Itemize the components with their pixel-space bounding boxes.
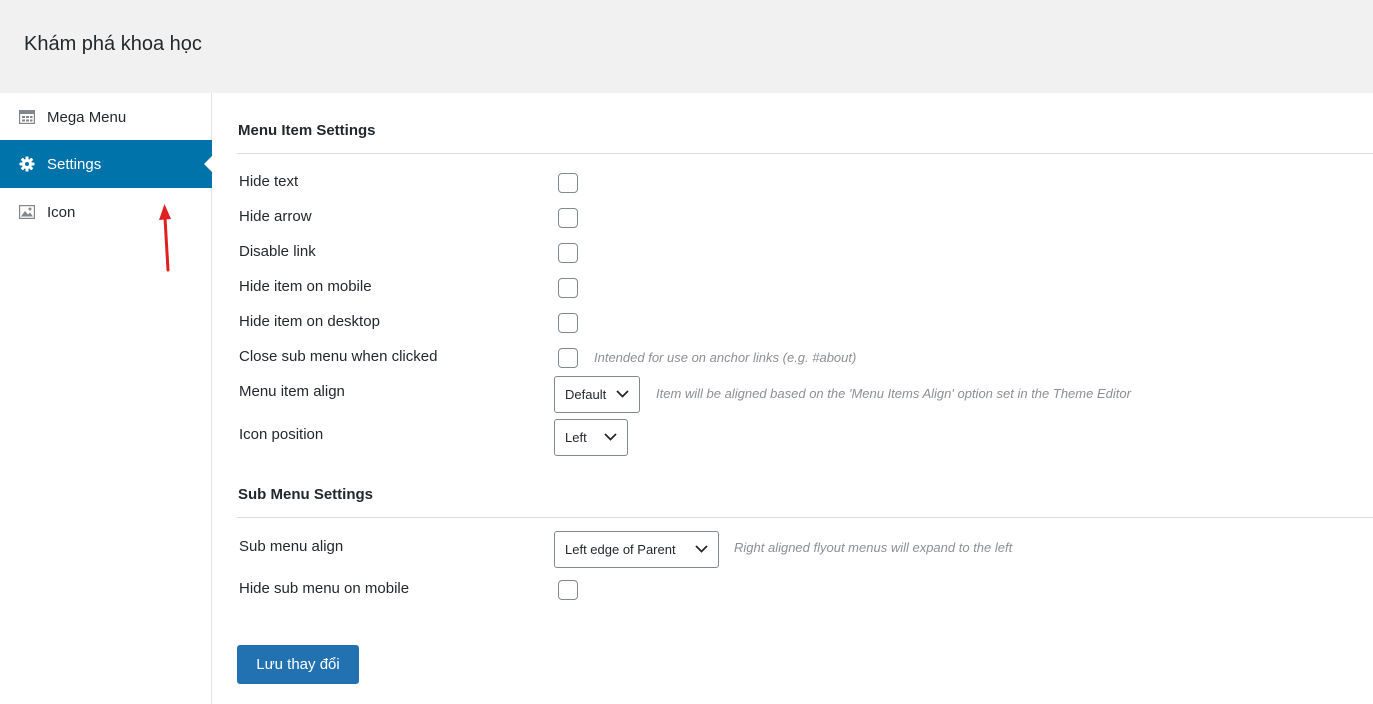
divider — [237, 517, 1373, 518]
label-close-sub-menu: Close sub menu when clicked — [239, 348, 438, 365]
page-title: Khám phá khoa học — [24, 33, 202, 55]
select-value: Left — [565, 430, 587, 445]
sidebar-item-settings[interactable]: Settings — [0, 140, 212, 188]
section-title-sub-menu-settings: Sub Menu Settings — [238, 486, 373, 503]
page-header: Khám phá khoa học — [0, 0, 1373, 93]
checkbox-close-sub-menu[interactable] — [558, 348, 578, 368]
sidebar-item-icon[interactable]: Icon — [0, 188, 212, 236]
label-disable-link: Disable link — [239, 243, 316, 260]
checkbox-hide-text[interactable] — [558, 173, 578, 193]
chevron-down-icon — [616, 390, 629, 398]
divider — [237, 153, 1373, 154]
select-sub-menu-align[interactable]: Left edge of Parent — [554, 531, 719, 568]
settings-panel: Menu Item Settings Hide text Hide arrow … — [213, 93, 1373, 704]
label-menu-item-align: Menu item align — [239, 383, 345, 400]
select-menu-item-align[interactable]: Default — [554, 376, 640, 413]
label-hide-text: Hide text — [239, 173, 299, 190]
checkbox-hide-arrow[interactable] — [558, 208, 578, 228]
red-arrow-annotation — [159, 204, 171, 272]
sidebar-item-mega-menu[interactable]: Mega Menu — [0, 93, 212, 141]
label-sub-menu-align: Sub menu align — [239, 538, 344, 555]
checkbox-disable-link[interactable] — [558, 243, 578, 263]
label-icon-position: Icon position — [239, 426, 324, 443]
checkbox-hide-item-on-mobile[interactable] — [558, 278, 578, 298]
select-icon-position[interactable]: Left — [554, 419, 628, 456]
hint-sub-menu-align: Right aligned flyout menus will expand t… — [734, 540, 1013, 555]
label-hide-arrow: Hide arrow — [239, 208, 312, 225]
section-title-menu-item-settings: Menu Item Settings — [238, 122, 376, 139]
select-value: Left edge of Parent — [565, 542, 676, 557]
hint-menu-item-align: Item will be aligned based on the 'Menu … — [656, 386, 1131, 401]
chevron-down-icon — [695, 545, 708, 553]
sidebar-item-label: Icon — [47, 203, 76, 221]
checkbox-hide-item-on-desktop[interactable] — [558, 313, 578, 333]
save-button[interactable]: Lưu thay đổi — [237, 645, 359, 684]
select-value: Default — [565, 387, 607, 402]
image-icon — [18, 203, 36, 221]
sidebar: Mega Menu Settings Icon — [0, 93, 212, 704]
grid-menu-icon — [18, 108, 36, 126]
gear-icon — [18, 155, 36, 173]
label-hide-sub-menu-on-mobile: Hide sub menu on mobile — [239, 580, 410, 597]
chevron-down-icon — [604, 433, 617, 441]
label-hide-item-on-desktop: Hide item on desktop — [239, 313, 380, 330]
checkbox-hide-sub-menu-on-mobile[interactable] — [558, 580, 578, 600]
label-hide-item-on-mobile: Hide item on mobile — [239, 278, 372, 295]
sidebar-item-label: Settings — [47, 155, 102, 173]
sidebar-item-label: Mega Menu — [47, 108, 127, 126]
hint-close-sub-menu: Intended for use on anchor links (e.g. #… — [594, 350, 857, 365]
